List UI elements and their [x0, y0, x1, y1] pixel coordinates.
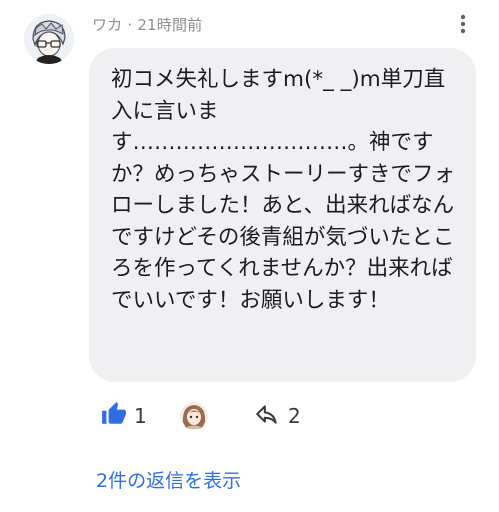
comment-actions: 1 2	[0, 400, 499, 432]
comment-time: 21時間前	[137, 16, 203, 34]
share-button[interactable]: 2	[254, 400, 301, 432]
more-vertical-icon[interactable]	[454, 12, 472, 36]
view-replies-link[interactable]: 2件の返信を表示	[96, 466, 241, 493]
author-avatar[interactable]	[24, 14, 74, 64]
like-count: 1	[134, 404, 147, 428]
share-count: 2	[288, 404, 301, 428]
creator-reply-avatar[interactable]	[180, 402, 208, 430]
meta-separator: ·	[127, 16, 133, 34]
share-arrow-icon	[254, 401, 280, 431]
comment-text: 初コメ失礼しますm(*_ _)m単刀直入に言います…………………………。神ですか…	[111, 67, 456, 313]
comment-meta: ワカ · 21時間前	[92, 14, 202, 35]
comment-bubble: 初コメ失礼しますm(*_ _)m単刀直入に言います…………………………。神ですか…	[89, 48, 476, 382]
like-button[interactable]: 1	[101, 400, 147, 432]
author-name[interactable]: ワカ	[92, 16, 122, 34]
thumbs-up-icon	[101, 401, 127, 431]
